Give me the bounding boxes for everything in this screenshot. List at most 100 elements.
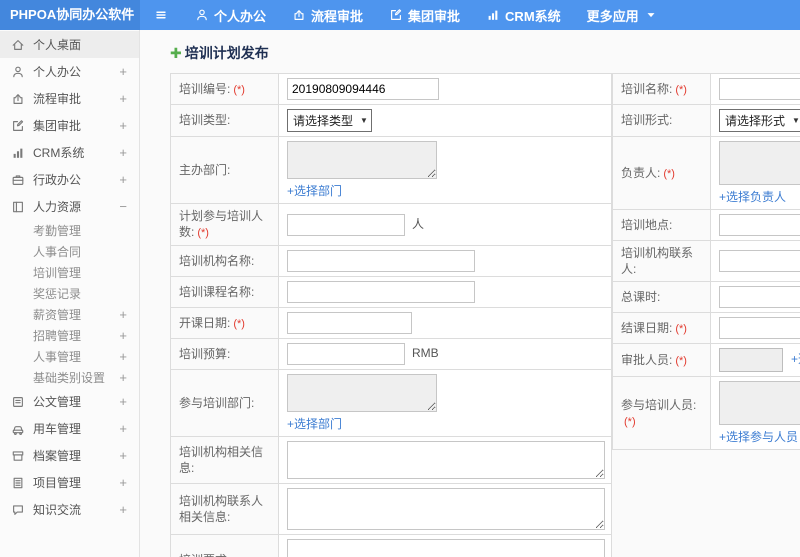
expand-toggle[interactable]: + bbox=[119, 502, 127, 517]
nav-item-label: CRM系统 bbox=[505, 8, 561, 24]
field-label-text: 培训要求: bbox=[179, 553, 230, 557]
sidebar-item-personal-desktop[interactable]: 个人桌面 bbox=[0, 31, 139, 58]
participating-depts-select-link[interactable]: +选择部门 bbox=[287, 417, 342, 431]
field-value-org-contact bbox=[710, 239, 800, 283]
nav-item-crm-system[interactable]: CRM系统 bbox=[473, 0, 574, 30]
expand-toggle[interactable]: + bbox=[119, 448, 127, 463]
sidebar-item-label: 人事合同 bbox=[33, 245, 82, 259]
expand-toggle[interactable]: + bbox=[119, 328, 127, 343]
host-dept-select-link[interactable]: +选择部门 bbox=[287, 184, 342, 198]
org-contact-info-textarea[interactable] bbox=[287, 488, 605, 531]
field-value-planned-participants: 人 bbox=[278, 202, 612, 247]
sidebar-item-knowledge-exchange[interactable]: 知识交流 + bbox=[0, 496, 139, 523]
expand-toggle[interactable]: + bbox=[119, 64, 127, 79]
form-row-host-dept: 主办部门: +选择部门 bbox=[170, 136, 612, 204]
main-content: ✚ 培训计划发布 培训编号:(*)培训类型:请选择类型▼主办部门:+选择部门计划… bbox=[141, 30, 800, 557]
sidebar-item-personal-office[interactable]: 个人办公 + bbox=[0, 58, 139, 85]
field-value-org-info bbox=[278, 436, 612, 485]
expand-toggle[interactable]: + bbox=[119, 421, 127, 436]
expand-toggle[interactable]: + bbox=[119, 118, 127, 133]
top-nav: 个人办公 流程审批 集团审批 CRM系统 更多应用 bbox=[182, 0, 671, 30]
field-value-training-no bbox=[278, 73, 612, 105]
participating-depts-picker-box[interactable] bbox=[287, 374, 437, 413]
expand-toggle[interactable]: − bbox=[119, 199, 127, 214]
expand-toggle[interactable]: + bbox=[119, 349, 127, 364]
sidebar-item-crm-system[interactable]: CRM系统 + bbox=[0, 139, 139, 166]
home-icon bbox=[11, 38, 25, 52]
sidebar-item-base-category-settings[interactable]: 基础类别设置 + bbox=[0, 367, 139, 388]
training-no-input[interactable] bbox=[287, 78, 439, 100]
sidebar-item-vehicle-mgmt[interactable]: 用车管理 + bbox=[0, 415, 139, 442]
training-form-select[interactable]: 请选择形式 ▼ bbox=[719, 109, 800, 132]
sidebar-item-label: 薪资管理 bbox=[33, 308, 82, 322]
field-label-training-no: 培训编号: (*) bbox=[170, 73, 279, 105]
expand-toggle[interactable]: + bbox=[119, 370, 127, 385]
training-type-select[interactable]: 请选择类型 ▼ bbox=[287, 109, 372, 132]
sidebar-item-admin-office[interactable]: 行政办公 + bbox=[0, 166, 139, 193]
sidebar-item-label: 知识交流 bbox=[33, 503, 82, 517]
sidebar-item-label: 流程审批 bbox=[33, 92, 82, 106]
menu-toggle-button[interactable] bbox=[140, 0, 182, 30]
planned-participants-input[interactable] bbox=[287, 213, 405, 236]
field-label-text: 参与培训部门: bbox=[179, 395, 255, 410]
leader-picker-box[interactable] bbox=[719, 141, 800, 185]
field-label-org-contact: 培训机构联系人: bbox=[612, 239, 711, 283]
sidebar-item-document-mgmt[interactable]: 公文管理 + bbox=[0, 388, 139, 415]
sidebar-item-training-mgmt[interactable]: 培训管理 bbox=[0, 262, 139, 283]
leader-select-link[interactable]: +选择负责人 bbox=[719, 190, 786, 204]
unit-suffix: RMB bbox=[412, 346, 439, 361]
nav-item-workflow-approval[interactable]: 流程审批 bbox=[279, 0, 376, 30]
sidebar-item-archive-mgmt[interactable]: 档案管理 + bbox=[0, 442, 139, 469]
field-label-participants: 参与培训人员: (*) bbox=[612, 376, 711, 451]
required-marker: (*) bbox=[675, 83, 687, 96]
sidebar-item-recruitment-mgmt[interactable]: 招聘管理 + bbox=[0, 325, 139, 346]
field-label-text: 负责人: bbox=[621, 165, 661, 180]
expand-toggle[interactable]: + bbox=[119, 91, 127, 106]
location-input[interactable] bbox=[719, 214, 800, 236]
total-hours-input[interactable] bbox=[719, 286, 800, 309]
training-name-input[interactable] bbox=[719, 78, 800, 100]
sidebar-item-group-approval[interactable]: 集团审批 + bbox=[0, 112, 139, 139]
form-row-course-name: 培训课程名称: bbox=[170, 276, 612, 309]
field-label-org-info: 培训机构相关信息: bbox=[170, 436, 279, 485]
field-label-text: 审批人员: bbox=[621, 352, 673, 367]
host-dept-picker-box[interactable] bbox=[287, 141, 437, 179]
expand-toggle[interactable]: + bbox=[119, 307, 127, 322]
nav-item-group-approval[interactable]: 集团审批 bbox=[376, 0, 473, 30]
required-marker: (*) bbox=[663, 167, 675, 180]
nav-item-personal-office[interactable]: 个人办公 bbox=[182, 0, 279, 30]
org-name-input[interactable] bbox=[287, 250, 475, 273]
sidebar-item-project-mgmt[interactable]: 项目管理 + bbox=[0, 469, 139, 496]
nav-item-more-apps[interactable]: 更多应用 bbox=[574, 0, 671, 30]
training-requirements-textarea[interactable] bbox=[287, 539, 605, 557]
approvers-picker-box[interactable] bbox=[719, 348, 783, 373]
sidebar-item-workflow-approval[interactable]: 流程审批 + bbox=[0, 85, 139, 112]
unit-suffix: 人 bbox=[412, 216, 425, 231]
org-contact-input[interactable] bbox=[719, 250, 800, 273]
expand-toggle[interactable]: + bbox=[119, 172, 127, 187]
sidebar-item-hr-contract[interactable]: 人事合同 bbox=[0, 241, 139, 262]
participants-picker-box[interactable] bbox=[719, 381, 800, 426]
end-date-input[interactable] bbox=[719, 317, 800, 340]
sidebar-item-human-resources[interactable]: 人力资源 − bbox=[0, 193, 139, 220]
sidebar-item-personnel-mgmt[interactable]: 人事管理 + bbox=[0, 346, 139, 367]
budget-input[interactable] bbox=[287, 343, 405, 366]
field-label-text: 培训机构联系人相关信息: bbox=[179, 493, 264, 525]
sidebar-item-salary-mgmt[interactable]: 薪资管理 + bbox=[0, 304, 139, 325]
org-info-textarea[interactable] bbox=[287, 441, 605, 480]
course-name-input[interactable] bbox=[287, 281, 475, 304]
expand-toggle[interactable]: + bbox=[119, 394, 127, 409]
workflow-icon bbox=[11, 92, 25, 106]
field-value-host-dept: +选择部门 bbox=[278, 136, 612, 204]
approvers-select-link[interactable]: +选择审批人员 bbox=[791, 353, 800, 367]
sidebar-item-label: 行政办公 bbox=[33, 173, 82, 187]
start-date-input[interactable] bbox=[287, 312, 412, 335]
sidebar-item-attendance-mgmt[interactable]: 考勤管理 bbox=[0, 220, 139, 241]
sidebar-item-reward-records[interactable]: 奖惩记录 bbox=[0, 283, 139, 304]
field-label-text: 参与培训人员: bbox=[621, 397, 697, 412]
expand-toggle[interactable]: + bbox=[119, 145, 127, 160]
expand-toggle[interactable]: + bbox=[119, 475, 127, 490]
participants-select-link[interactable]: +选择参与人员 bbox=[719, 430, 798, 444]
required-marker: (*) bbox=[624, 416, 636, 429]
form-row-location: 培训地点: bbox=[612, 209, 800, 241]
